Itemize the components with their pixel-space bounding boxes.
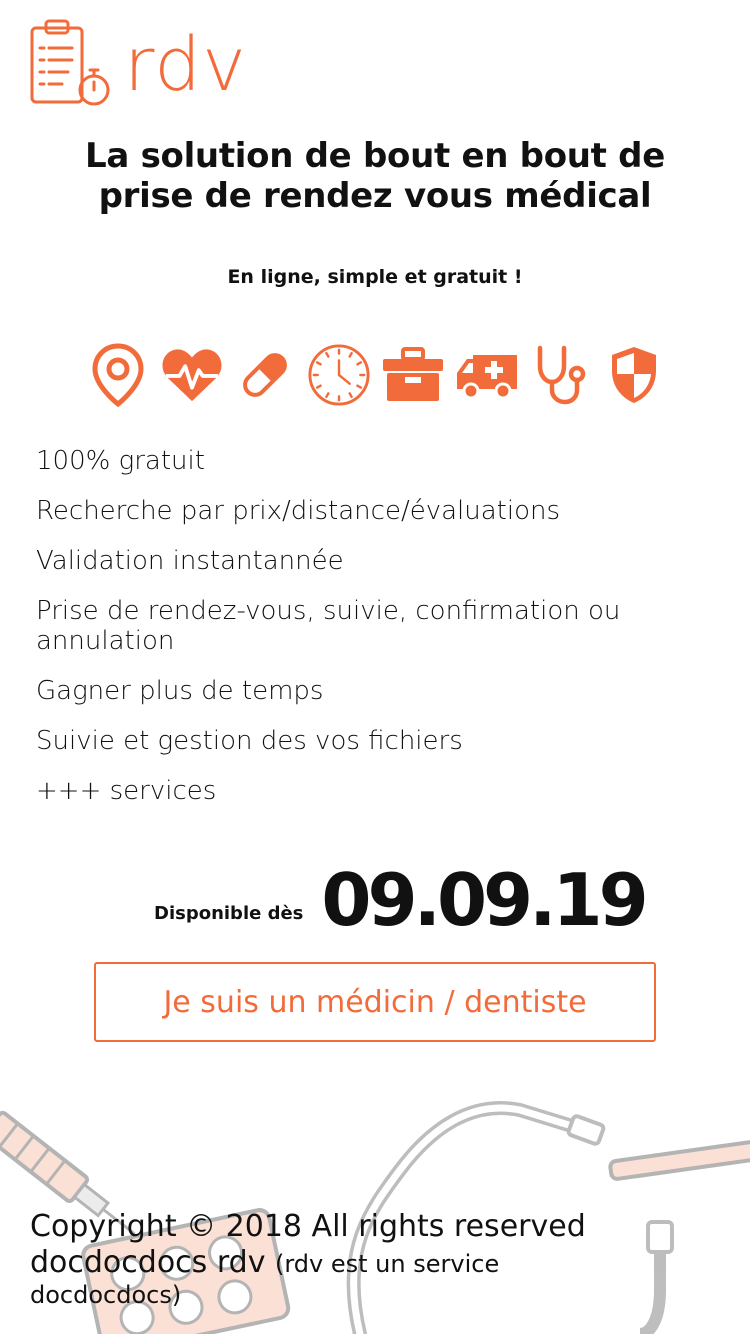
features-list: 100% gratuit Recherche par prix/distance… bbox=[36, 446, 726, 826]
feature-item: +++ services bbox=[36, 776, 217, 806]
footer-company-line: docdocdocs rdv (rdv est un service bbox=[30, 1246, 730, 1281]
brand-logo[interactable]: rdv bbox=[28, 18, 247, 108]
doctor-dentist-button[interactable]: Je suis un médicin / dentiste bbox=[94, 962, 656, 1042]
footer: Copyright © 2018 All rights reserved doc… bbox=[30, 1208, 730, 1309]
headline-line-1: La solution de bout en bout de bbox=[85, 136, 665, 176]
pill-icon bbox=[233, 342, 297, 408]
shield-icon bbox=[602, 342, 666, 408]
copyright-text: Copyright © 2018 All rights reserved bbox=[30, 1209, 586, 1244]
medical-case-icon bbox=[381, 342, 445, 408]
availability: Disponible dès 09.09.19 bbox=[154, 846, 649, 942]
availability-label: Disponible dès bbox=[154, 903, 304, 924]
feature-item: Suivie et gestion des vos fichiers bbox=[36, 726, 463, 756]
service-note: (rdv est un service bbox=[275, 1250, 500, 1278]
clock-icon bbox=[307, 342, 371, 408]
headline-line-2: prise de rendez vous médical bbox=[98, 176, 652, 216]
page-headline: La solution de bout en bout de prise de … bbox=[0, 136, 750, 216]
launch-date: 09.09.19 bbox=[321, 858, 648, 942]
feature-icons-row bbox=[86, 340, 666, 410]
feature-item: Validation instantannée bbox=[36, 546, 344, 576]
feature-item: Recherche par prix/distance/évaluations bbox=[36, 496, 560, 526]
feature-item: Gagner plus de temps bbox=[36, 676, 324, 706]
clipboard-stopwatch-icon bbox=[30, 19, 110, 106]
company-name: docdocdocs rdv bbox=[30, 1245, 266, 1280]
stethoscope-icon bbox=[528, 342, 592, 408]
feature-item: 100% gratuit bbox=[36, 446, 205, 476]
service-note-continued: docdocdocs) bbox=[30, 1281, 182, 1309]
feature-item: Prise de rendez-vous, suivie, confirmati… bbox=[36, 596, 621, 656]
map-pin-icon bbox=[86, 342, 150, 408]
brand-name: rdv bbox=[124, 22, 247, 108]
heartbeat-icon bbox=[160, 342, 224, 408]
ambulance-icon bbox=[455, 342, 519, 408]
tagline: En ligne, simple et gratuit ! bbox=[227, 266, 523, 288]
